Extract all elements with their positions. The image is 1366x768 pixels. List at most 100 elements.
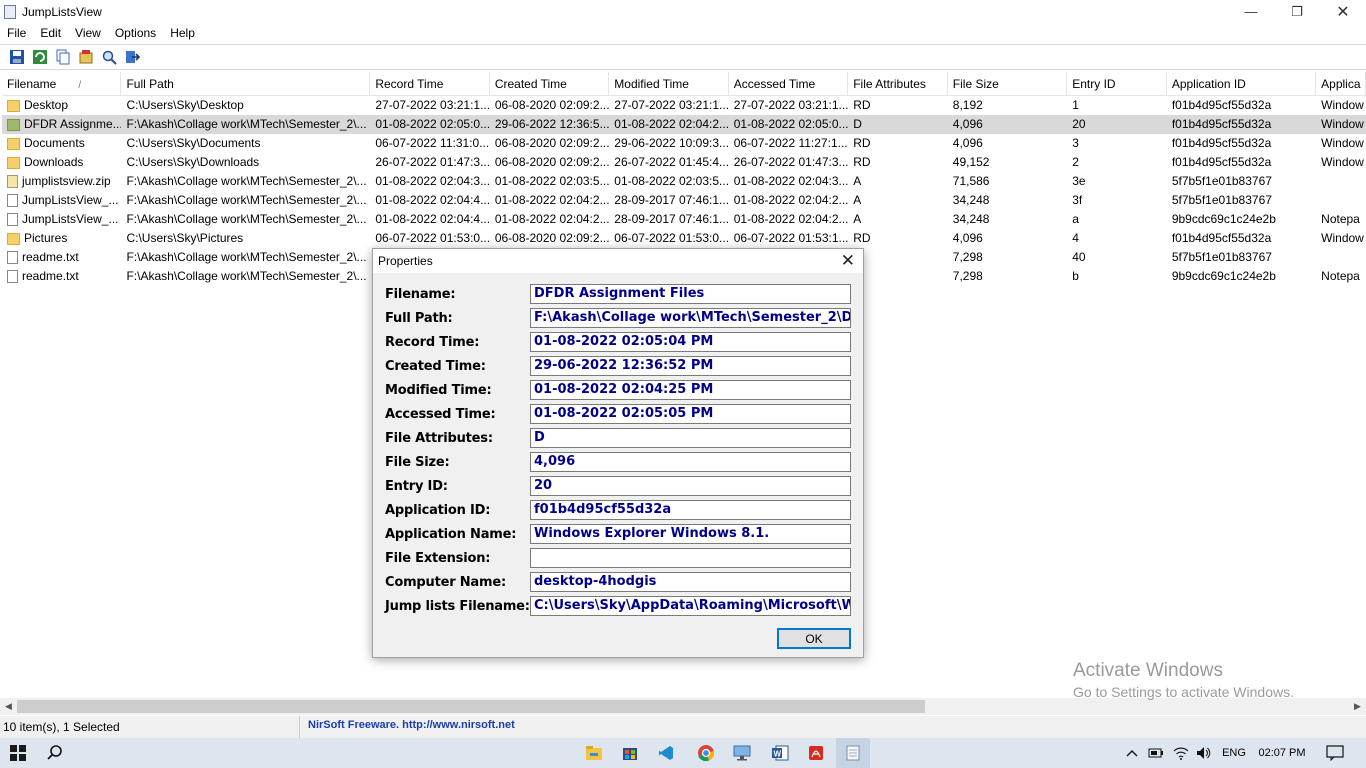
property-value-field[interactable]: F:\Akash\Collage work\MTech\Semester_2\D… [530,308,851,328]
watermark-title: Activate Windows [1073,660,1223,681]
title-bar: JumpListsView — ❐ ✕ [0,0,1366,23]
table-row[interactable]: Downloads C:\Users\Sky\Downloads 26-07-202… [2,153,1366,172]
table-cell: 01-08-2022 02:04:4... [375,193,490,207]
property-value-field[interactable]: C:\Users\Sky\AppData\Roaming\Microsoft\W… [530,596,851,616]
property-value-field[interactable]: 20 [530,476,851,496]
chrome-icon[interactable] [692,738,720,768]
exit-icon[interactable] [123,48,141,66]
search-icon[interactable] [38,738,72,768]
table-cell: D [853,117,862,131]
table-row[interactable]: DFDR Assignme... F:\Akash\Collage work\MT… [2,115,1366,134]
dialog-title: Properties [378,254,433,268]
table-cell: f01b4d95cf55d32a [1171,155,1272,169]
table-cell: 06-07-2022 01:53:0... [614,231,729,245]
save-icon[interactable] [8,48,26,66]
property-value-field[interactable] [530,548,851,568]
close-window-button[interactable]: ✕ [1320,0,1366,23]
start-button[interactable] [0,738,36,768]
horizontal-scrollbar[interactable]: ◀ ▶ [0,698,1366,715]
zip-icon [7,175,18,188]
chevron-up-icon[interactable] [1122,738,1142,768]
ok-button[interactable]: OK [777,628,851,649]
table-cell: 26-07-2022 01:45:4... [614,155,729,169]
wifi-icon[interactable] [1170,738,1192,768]
table-cell: 06-07-2022 11:27:1... [733,136,848,150]
property-value-field[interactable]: desktop-4hodgis [530,572,851,592]
table-cell: 01-08-2022 02:05:0... [375,117,490,131]
nirsoft-link[interactable]: NirSoft Freeware. http://www.nirsoft.net [300,716,515,738]
property-value-field[interactable]: 29-06-2022 12:36:52 PM [530,356,851,376]
filename-text: readme.txt [22,269,79,283]
table-cell: 27-07-2022 03:21:1... [375,98,490,112]
copy-icon[interactable] [54,48,72,66]
acrobat-icon[interactable] [802,738,830,768]
battery-icon[interactable] [1146,738,1166,768]
property-row: Filename: DFDR Assignment Files [385,284,851,304]
dialog-close-icon[interactable]: ✕ [841,251,855,271]
vscode-icon[interactable] [652,738,680,768]
column-header-application-id[interactable]: Application ID [1167,72,1317,96]
table-row[interactable]: JumpListsView_... F:\Akash\Collage work\M… [2,210,1366,229]
volume-icon[interactable] [1194,738,1214,768]
word-icon[interactable]: W [766,738,794,768]
property-value-field[interactable]: 4,096 [530,452,851,472]
property-value-field[interactable]: Windows Explorer Windows 8.1. [530,524,851,544]
property-value-field[interactable]: D [530,428,851,448]
property-value-field[interactable]: f01b4d95cf55d32a [530,500,851,520]
filename-text: Downloads [24,155,84,169]
column-header-full-path[interactable]: Full Path [121,72,371,96]
column-header-created-time[interactable]: Created Time [490,72,610,96]
minimize-button[interactable]: — [1228,0,1274,23]
table-row[interactable]: Desktop C:\Users\Sky\Desktop 27-07-2022 03… [2,96,1366,115]
table-row[interactable]: jumplistsview.zip F:\Akash\Collage work\M… [2,172,1366,191]
column-header-accessed-time[interactable]: Accessed Time [729,72,849,96]
folder-icon [7,118,20,131]
table-cell: F:\Akash\Collage work\MTech\Semester_2\.… [126,193,367,207]
scroll-left-icon[interactable]: ◀ [0,698,17,715]
property-label: Created Time: [385,358,486,374]
file-explorer-icon[interactable] [580,738,608,768]
language-indicator[interactable]: ENG [1218,738,1250,768]
menu-view[interactable]: View [68,26,108,40]
menu-help[interactable]: Help [163,26,202,40]
table-cell: 29-06-2022 12:36:5... [494,117,610,131]
jumplistsview-taskbar-icon[interactable] [836,738,870,768]
menu-options[interactable]: Options [108,26,163,40]
table-cell: 34,248 [952,193,990,207]
column-header-file-attributes[interactable]: File Attributes [848,72,948,96]
table-cell: 06-08-2020 02:09:2... [494,98,610,112]
table-row[interactable]: JumpListsView_... F:\Akash\Collage work\M… [2,191,1366,210]
folder-icon [7,99,20,112]
menu-file[interactable]: File [0,26,33,40]
table-row[interactable]: Documents C:\Users\Sky\Documents 06-07-202… [2,134,1366,153]
property-value-field[interactable]: 01-08-2022 02:05:05 PM [530,404,851,424]
table-row[interactable]: Pictures C:\Users\Sky\Pictures 06-07-2022 … [2,229,1366,248]
menu-edit[interactable]: Edit [33,26,68,40]
filename-cell: JumpListsView_... [2,191,121,210]
scrollbar-thumb[interactable] [17,700,925,713]
find-icon[interactable] [100,48,118,66]
column-header-entry-id[interactable]: Entry ID [1067,72,1167,96]
store-icon[interactable] [616,738,644,768]
properties-icon[interactable] [77,48,95,66]
refresh-icon[interactable] [31,48,49,66]
filename-cell: jumplistsview.zip [2,172,121,191]
property-value-field[interactable]: 01-08-2022 02:05:04 PM [530,332,851,352]
table-cell: 06-08-2020 02:09:2... [494,136,610,150]
scroll-right-icon[interactable]: ▶ [1349,698,1366,715]
property-value-field[interactable]: 01-08-2022 02:04:25 PM [530,380,851,400]
restore-button[interactable]: ❐ [1274,0,1320,23]
table-cell: Notepa [1321,269,1360,283]
filename-text: JumpListsView_... [22,193,119,207]
remote-desktop-icon[interactable] [728,738,756,768]
column-header-modified-time[interactable]: Modified Time [609,72,729,96]
clock[interactable]: 02:07 PM [1252,738,1312,768]
column-header-record-time[interactable]: Record Time [370,72,490,96]
property-value-field[interactable]: DFDR Assignment Files [530,284,851,304]
column-header-file-size[interactable]: File Size [948,72,1068,96]
notification-icon[interactable] [1320,738,1350,768]
column-header-filename[interactable]: Filename / [2,72,122,96]
folder-icon [7,137,20,150]
filename-text: DFDR Assignme... [24,117,122,131]
column-header-application-name[interactable]: Applica [1316,72,1366,96]
